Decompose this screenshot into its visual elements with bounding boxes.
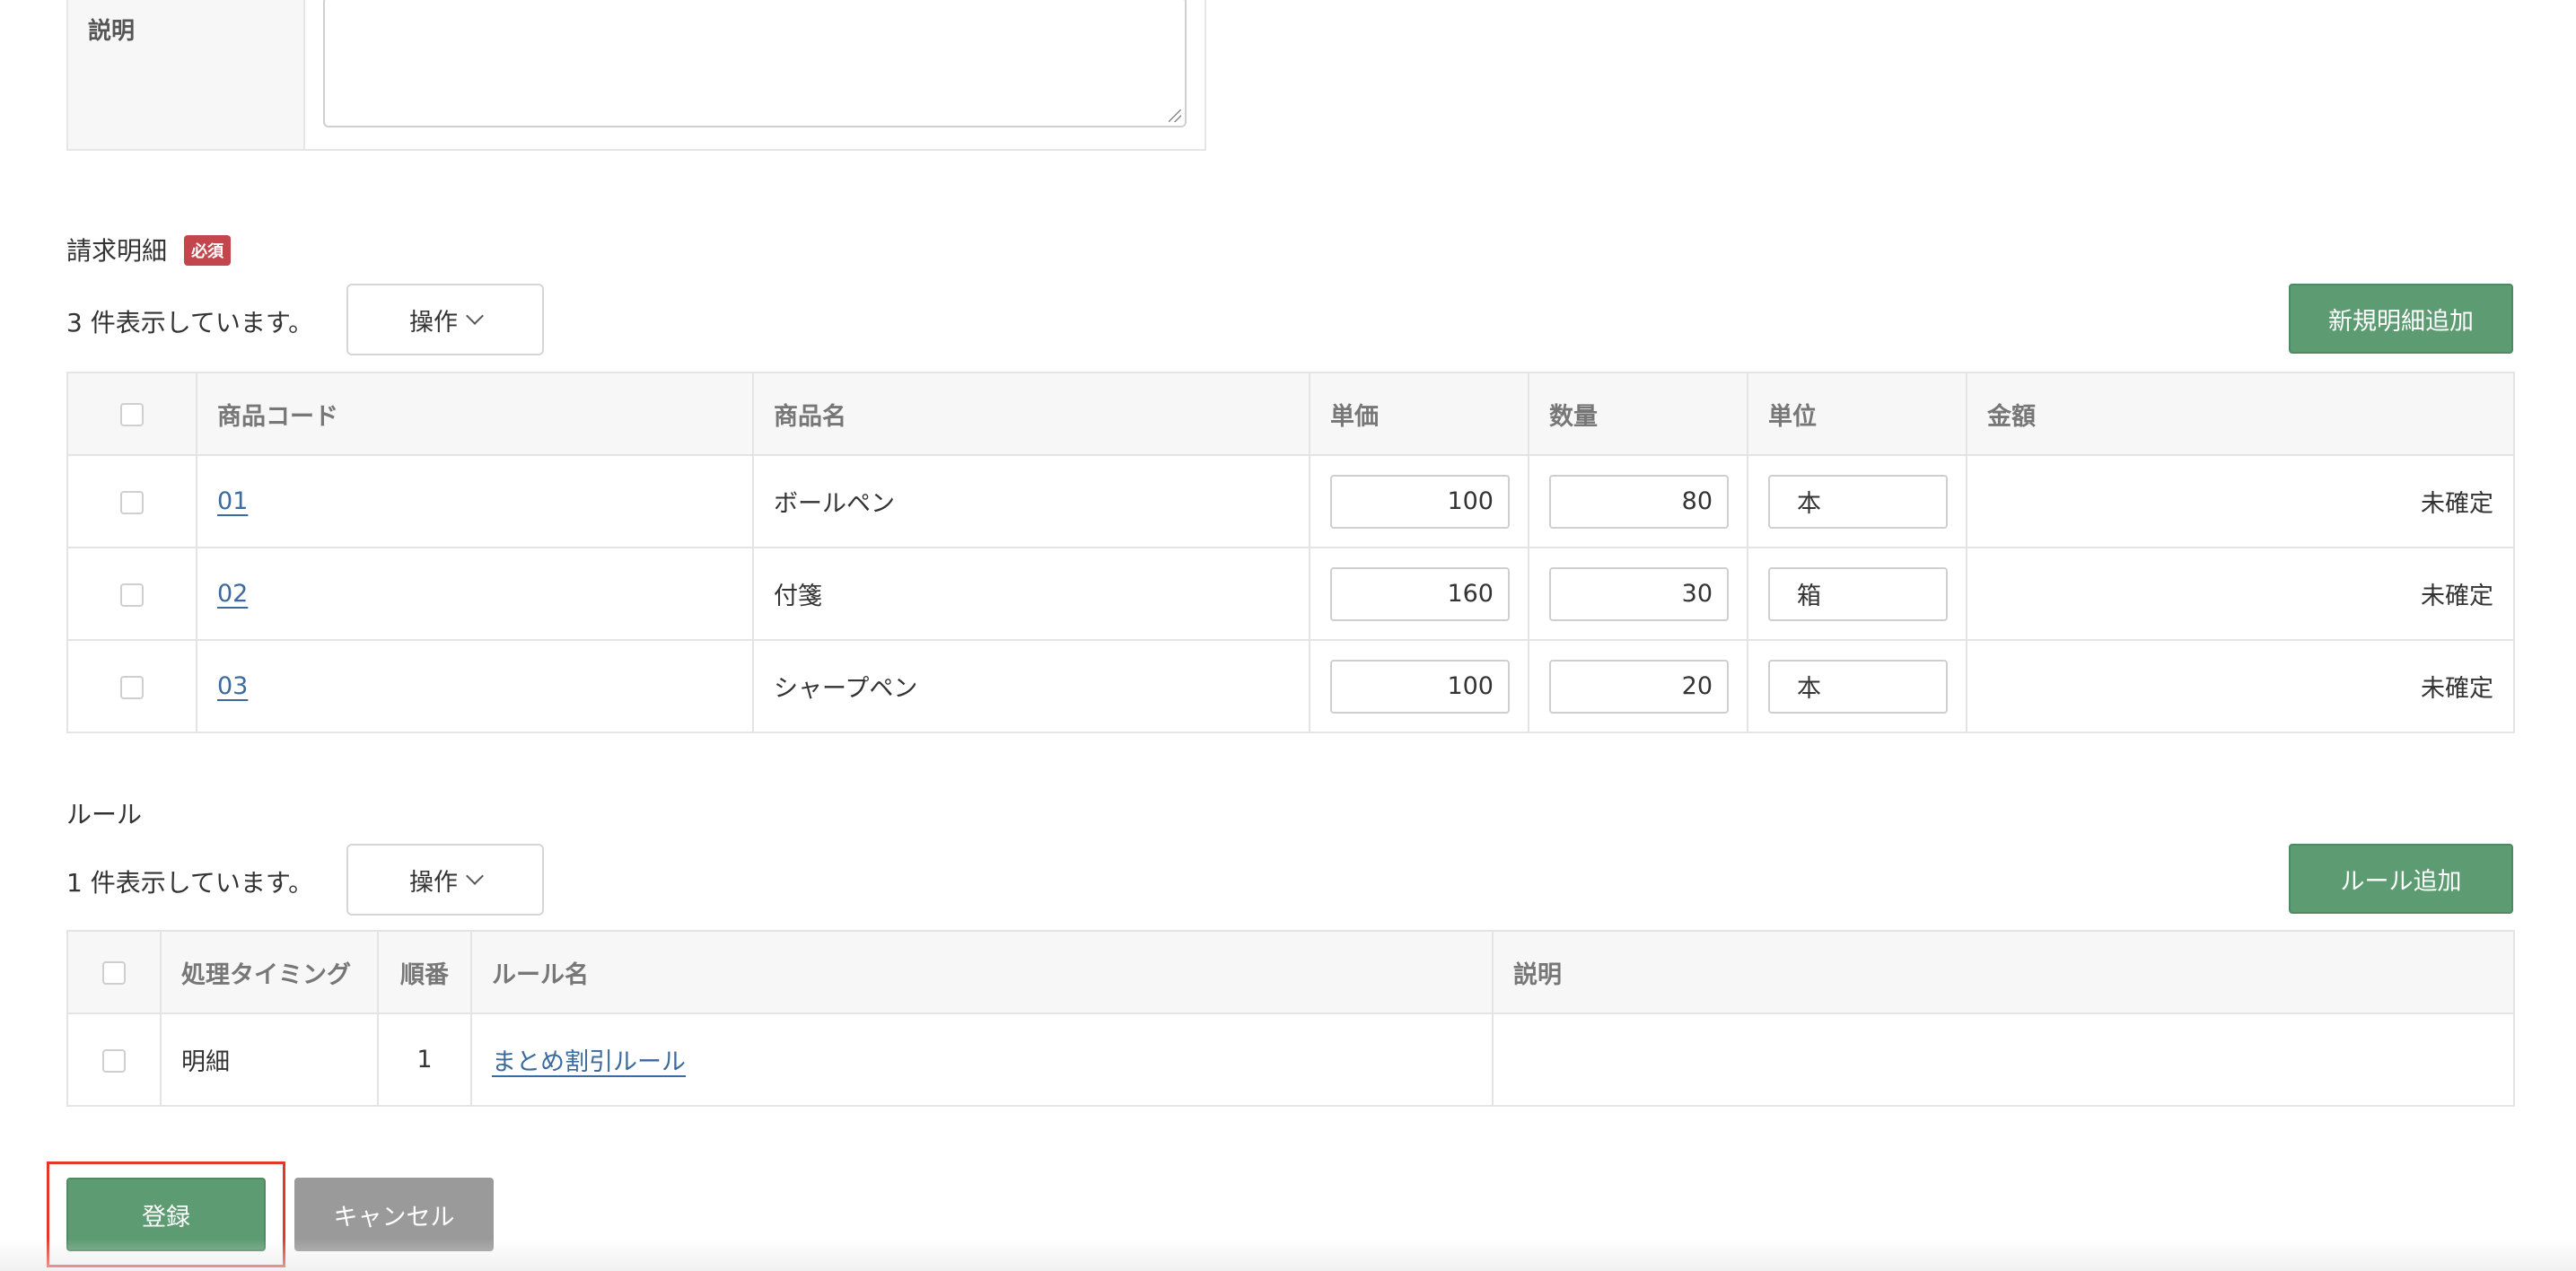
bottom-shadow	[0, 1239, 2576, 1271]
chevron-down-icon	[466, 307, 484, 325]
billing-details-title: 請求明細	[66, 236, 168, 266]
column-header-order: 順番	[377, 930, 472, 1014]
timing-cell: 明細	[160, 1012, 379, 1107]
select-all-cell	[66, 372, 197, 456]
rules-table: 処理タイミング 順番 ルール名 説明 明細 1 まとめ割引ルール	[66, 930, 2515, 1107]
column-header-amount: 金額	[1966, 372, 2515, 456]
select-all-checkbox[interactable]	[120, 403, 144, 426]
product-code-cell: 03	[196, 639, 754, 733]
unit-input[interactable]	[1768, 566, 1948, 621]
unit-price-cell	[1309, 454, 1529, 548]
quantity-input[interactable]	[1549, 566, 1729, 621]
amount-cell: 未確定	[1966, 639, 2515, 733]
unit-price-input[interactable]	[1330, 566, 1510, 621]
quantity-input[interactable]	[1549, 474, 1729, 529]
quantity-cell	[1528, 639, 1748, 733]
row-checkbox[interactable]	[120, 583, 144, 607]
chevron-down-icon	[466, 867, 484, 885]
table-row: 01 ボールペン 未確定	[66, 454, 2515, 548]
billing-details-table: 商品コード 商品名 単価 数量 単位 金額 01 ボールペン 未確定 02 付箋…	[66, 372, 2515, 733]
row-select-cell	[66, 639, 197, 733]
required-badge: 必須	[184, 235, 232, 266]
product-code-cell: 01	[196, 454, 754, 548]
table-row: 03 シャープペン 未確定	[66, 639, 2515, 733]
select-all-cell	[66, 930, 162, 1014]
product-code-link[interactable]: 02	[217, 580, 248, 608]
rule-name-cell: まとめ割引ルール	[470, 1012, 1494, 1107]
product-name-cell: ボールペン	[752, 454, 1310, 548]
column-header-description: 説明	[1492, 930, 2515, 1014]
amount-cell: 未確定	[1966, 547, 2515, 641]
select-all-checkbox[interactable]	[102, 961, 126, 985]
description-label: 説明	[88, 18, 136, 45]
column-header-product-name: 商品名	[752, 372, 1310, 456]
add-rule-button[interactable]: ルール追加	[2289, 844, 2513, 914]
rules-operation-button[interactable]: 操作	[346, 844, 544, 916]
column-header-quantity: 数量	[1528, 372, 1748, 456]
billing-operation-button[interactable]: 操作	[346, 284, 544, 355]
table-row: 明細 1 まとめ割引ルール	[66, 1012, 2515, 1107]
description-textarea[interactable]	[323, 0, 1187, 127]
column-header-rule-name: ルール名	[470, 930, 1494, 1014]
product-code-link[interactable]: 01	[217, 487, 248, 515]
unit-input[interactable]	[1768, 659, 1948, 714]
billing-details-header: 請求明細 必須	[66, 232, 232, 267]
row-select-cell	[66, 454, 197, 548]
unit-cell	[1747, 639, 1967, 733]
column-header-timing: 処理タイミング	[160, 930, 379, 1014]
row-checkbox[interactable]	[120, 490, 144, 514]
rules-count-text: 1 件表示しています。	[66, 868, 314, 898]
product-code-cell: 02	[196, 547, 754, 641]
table-header-row: 商品コード 商品名 単価 数量 単位 金額	[66, 372, 2515, 456]
rule-description-cell	[1492, 1012, 2515, 1107]
rules-title: ルール	[66, 800, 143, 829]
rule-name-link[interactable]: まとめ割引ルール	[492, 1048, 686, 1076]
unit-input[interactable]	[1768, 474, 1948, 529]
unit-cell	[1747, 454, 1967, 548]
column-header-product-code: 商品コード	[196, 372, 754, 456]
product-code-link[interactable]: 03	[217, 672, 248, 700]
unit-price-cell	[1309, 547, 1529, 641]
quantity-cell	[1528, 547, 1748, 641]
product-name-cell: 付箋	[752, 547, 1310, 641]
column-header-unit: 単位	[1747, 372, 1967, 456]
billing-operation-label: 操作	[409, 308, 458, 337]
product-name-cell: シャープペン	[752, 639, 1310, 733]
row-select-cell	[66, 547, 197, 641]
amount-cell: 未確定	[1966, 454, 2515, 548]
table-header-row: 処理タイミング 順番 ルール名 説明	[66, 930, 2515, 1014]
description-form-row: 説明	[66, 0, 1206, 151]
row-checkbox[interactable]	[102, 1048, 126, 1073]
row-checkbox[interactable]	[120, 675, 144, 699]
rules-operation-label: 操作	[409, 868, 458, 897]
quantity-cell	[1528, 454, 1748, 548]
billing-count-text: 3 件表示しています。	[66, 308, 314, 337]
table-row: 02 付箋 未確定	[66, 547, 2515, 641]
order-cell: 1	[377, 1012, 472, 1107]
column-header-unit-price: 単価	[1309, 372, 1529, 456]
description-label-cell: 説明	[68, 0, 305, 149]
unit-price-cell	[1309, 639, 1529, 733]
add-billing-detail-button[interactable]: 新規明細追加	[2289, 284, 2513, 354]
resize-handle-icon[interactable]	[1169, 110, 1181, 122]
unit-cell	[1747, 547, 1967, 641]
unit-price-input[interactable]	[1330, 474, 1510, 529]
row-select-cell	[66, 1012, 162, 1107]
quantity-input[interactable]	[1549, 659, 1729, 714]
unit-price-input[interactable]	[1330, 659, 1510, 714]
